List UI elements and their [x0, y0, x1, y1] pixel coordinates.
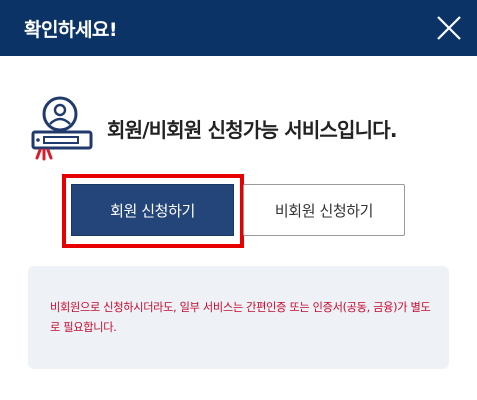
- member-card-icon: [31, 96, 93, 161]
- close-icon: [437, 16, 461, 40]
- intro-message: 회원/비회원 신청가능 서비스입니다.: [107, 117, 397, 142]
- dialog-title: 확인하세요!: [24, 18, 118, 41]
- notice-text: 비회원으로 신청하시더라도, 일부 서비스는 간편인증 또는 인증서(공동, 금…: [50, 301, 431, 334]
- dialog-header: 확인하세요!: [0, 0, 477, 56]
- guest-apply-label: 비회원 신청하기: [274, 201, 374, 220]
- member-apply-label: 회원 신청하기: [110, 201, 195, 220]
- close-button[interactable]: [421, 0, 477, 56]
- notice-box: 비회원으로 신청하시더라도, 일부 서비스는 간편인증 또는 인증서(공동, 금…: [28, 266, 449, 369]
- guest-apply-button[interactable]: 비회원 신청하기: [243, 184, 405, 236]
- intro-section: 회원/비회원 신청가능 서비스입니다.: [27, 94, 397, 162]
- member-apply-button[interactable]: 회원 신청하기: [71, 184, 234, 236]
